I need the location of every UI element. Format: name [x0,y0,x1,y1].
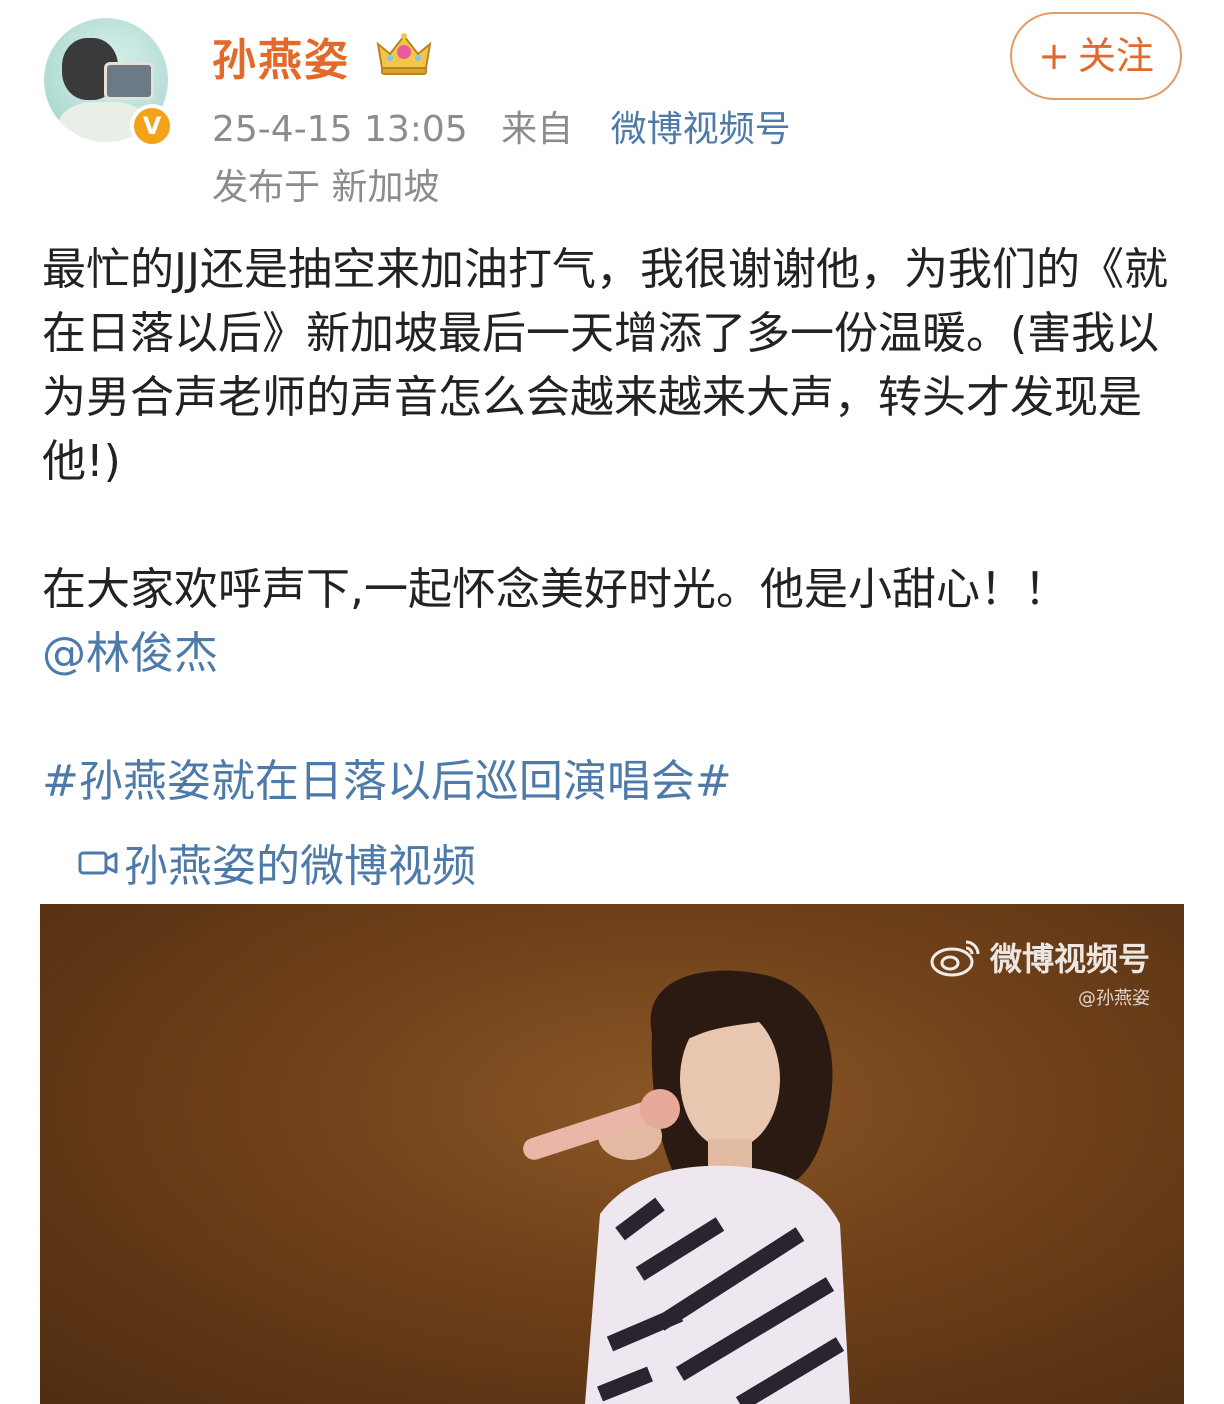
mention-link[interactable]: @林俊杰 [42,628,218,679]
weibo-logo-icon [930,940,980,977]
video-player[interactable]: 微博视频号 @孙燕姿 [40,904,1184,1404]
topic-hashtag-link[interactable]: #孙燕姿就在日落以后巡回演唱会# [42,756,732,807]
author-name[interactable]: 孙燕姿 [212,24,350,88]
post-paragraph: 在大家欢呼声下,一起怀念美好时光。他是小甜心！！ [42,564,1068,615]
from-label: 来自 [501,109,574,150]
watermark-handle: @孙燕姿 [1078,988,1150,1009]
follow-label: 关注 [1077,34,1154,78]
post-source-link[interactable]: 微博视频号 [611,109,791,150]
plus-icon: + [1038,34,1070,78]
post-body: 最忙的JJ还是抽空来加油打气，我很谢谢他，为我们的《就在日落以后》新加坡最后一天… [42,238,1192,814]
follow-button[interactable]: + 关注 [1010,12,1182,100]
verified-badge-icon: V [130,104,174,148]
video-watermark: 微博视频号 @孙燕姿 [928,934,1150,1010]
post-paragraph: 最忙的JJ还是抽空来加油打气，我很谢谢他，为我们的《就在日落以后》新加坡最后一天… [42,244,1168,487]
crown-icon[interactable] [372,30,436,78]
post-location: 发布于 新加坡 [212,167,440,208]
video-link[interactable]: 孙燕姿的微博视频 [78,830,476,894]
post-meta: 25-4-15 13:05 来自 微博视频号 [212,100,791,152]
video-link-label[interactable]: 孙燕姿的微博视频 [124,830,476,894]
post-timestamp: 25-4-15 13:05 [212,109,468,150]
video-camera-icon [78,851,118,875]
watermark-title: 微博视频号 [989,940,1150,978]
avatar-camera [104,62,154,100]
